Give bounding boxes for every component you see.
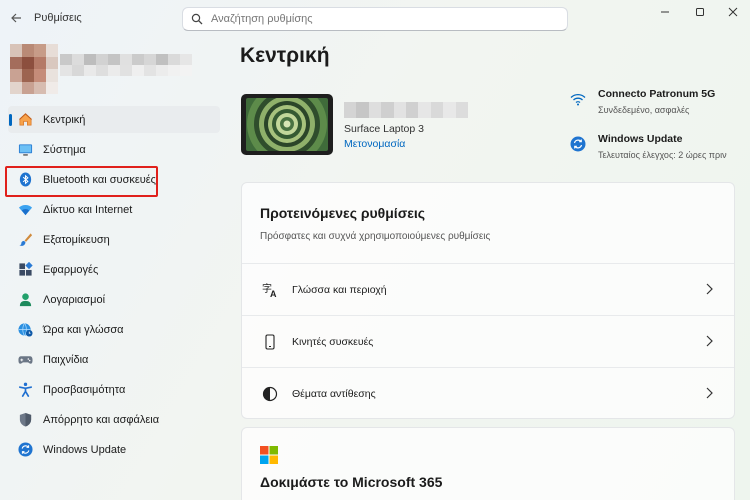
maximize-button[interactable] [683, 0, 717, 24]
sidebar-item-bluetooth[interactable]: Bluetooth και συσκευές [8, 166, 220, 193]
setting-row-language[interactable]: 字A Γλώσσα και περιοχή [242, 263, 734, 315]
card-title: Προτεινόμενες ρυθμίσεις [260, 205, 426, 221]
setting-row-contrast-themes[interactable]: Θέματα αντίθεσης [242, 367, 734, 419]
close-icon [728, 7, 738, 17]
brush-icon [17, 232, 33, 248]
profile-name-blurred [60, 54, 192, 86]
arrow-left-icon [11, 13, 21, 23]
sidebar-nav: Κεντρική Σύστημα Bluetooth και συσκευές … [8, 106, 220, 466]
ms365-title: Δοκιμάστε το Microsoft 365 [260, 474, 443, 490]
chevron-right-icon [706, 387, 713, 399]
search-box[interactable] [182, 7, 568, 31]
sidebar-item-label: Σύστημα [43, 143, 86, 156]
sidebar-item-privacy[interactable]: Απόρρητο και ασφάλεια [8, 406, 220, 433]
sidebar-item-label: Εξατομίκευση [43, 233, 110, 246]
bluetooth-icon [17, 172, 33, 188]
setting-row-label: Θέματα αντίθεσης [292, 387, 376, 400]
sidebar-item-label: Απόρρητο και ασφάλεια [43, 413, 160, 426]
card-subtitle: Πρόσφατες και συχνά χρησιμοποιούμενες ρυ… [260, 231, 491, 242]
update-status-text: Τελευταίος έλεγχος: 2 ώρες πριν [598, 150, 727, 160]
sidebar-item-apps[interactable]: Εφαρμογές [8, 256, 220, 283]
setting-row-mobile-devices[interactable]: Κινητές συσκευές [242, 315, 734, 367]
sidebar-item-accounts[interactable]: Λογαριασμοί [8, 286, 220, 313]
sidebar-item-label: Παιχνίδια [43, 353, 89, 366]
chevron-right-icon [706, 335, 713, 347]
title-bar: Ρυθμίσεις [0, 0, 750, 36]
update-icon [570, 136, 586, 152]
device-name-blurred [344, 102, 468, 118]
sidebar-item-label: Προσβασιμότητα [43, 383, 126, 396]
page-title: Κεντρική [240, 44, 330, 67]
svg-text:A: A [270, 289, 277, 298]
wifi-icon [17, 202, 33, 218]
wallpaper-thumbnail [246, 98, 328, 151]
search-input[interactable] [211, 13, 541, 25]
accessibility-icon [17, 382, 33, 398]
device-image [241, 94, 333, 155]
microsoft-logo-icon [260, 446, 278, 464]
sidebar-item-home[interactable]: Κεντρική [8, 106, 220, 133]
sidebar: Κεντρική Σύστημα Bluetooth και συσκευές … [0, 36, 226, 500]
rename-link[interactable]: Μετονομασία [344, 138, 405, 150]
sidebar-item-network[interactable]: Δίκτυο και Internet [8, 196, 220, 223]
language-icon: 字A [262, 282, 278, 298]
network-name: Connecto Patronum 5G [598, 88, 716, 100]
sidebar-item-label: Ώρα και γλώσσα [43, 323, 124, 336]
update-title: Windows Update [598, 133, 683, 145]
setting-row-label: Γλώσσα και περιοχή [292, 283, 387, 296]
sidebar-item-system[interactable]: Σύστημα [8, 136, 220, 163]
update-icon [17, 442, 33, 458]
setting-row-label: Κινητές συσκευές [292, 335, 374, 348]
network-status-text: Συνδεδεμένο, ασφαλές [598, 105, 690, 115]
close-button[interactable] [716, 0, 750, 24]
sidebar-item-label: Windows Update [43, 443, 127, 456]
home-icon [17, 112, 33, 128]
card-header: Προτεινόμενες ρυθμίσεις Πρόσφατες και συ… [242, 183, 734, 263]
contrast-icon [262, 386, 278, 402]
main-content: Κεντρική Surface Laptop 3 Μετονομασία Co… [226, 36, 750, 500]
phone-icon [262, 333, 278, 350]
device-model: Surface Laptop 3 [344, 123, 424, 135]
search-icon [183, 13, 211, 25]
chevron-right-icon [706, 283, 713, 295]
sidebar-item-label: Bluetooth και συσκευές [43, 173, 156, 186]
apps-icon [17, 262, 33, 278]
system-icon [17, 142, 33, 158]
globe-clock-icon [17, 322, 33, 338]
sidebar-item-label: Εφαρμογές [43, 263, 99, 276]
sidebar-item-personalization[interactable]: Εξατομίκευση [8, 226, 220, 253]
microsoft-365-card[interactable]: Δοκιμάστε το Microsoft 365 [241, 427, 735, 500]
app-title: Ρυθμίσεις [34, 12, 82, 24]
minimize-icon [661, 11, 669, 13]
avatar [10, 44, 58, 94]
sidebar-item-windows-update[interactable]: Windows Update [8, 436, 220, 463]
minimize-button[interactable] [648, 0, 682, 24]
wifi-icon [570, 91, 586, 107]
sidebar-item-label: Δίκτυο και Internet [43, 203, 133, 216]
person-icon [17, 292, 33, 308]
maximize-icon [696, 8, 704, 16]
recommended-settings-card: Προτεινόμενες ρυθμίσεις Πρόσφατες και συ… [241, 182, 735, 419]
sidebar-item-time-language[interactable]: Ώρα και γλώσσα [8, 316, 220, 343]
sidebar-item-accessibility[interactable]: Προσβασιμότητα [8, 376, 220, 403]
sidebar-item-gaming[interactable]: Παιχνίδια [8, 346, 220, 373]
sidebar-item-label: Λογαριασμοί [43, 293, 106, 306]
gamepad-icon [17, 352, 33, 368]
sidebar-item-label: Κεντρική [43, 113, 86, 126]
back-button[interactable] [6, 8, 26, 28]
shield-icon [17, 412, 33, 428]
